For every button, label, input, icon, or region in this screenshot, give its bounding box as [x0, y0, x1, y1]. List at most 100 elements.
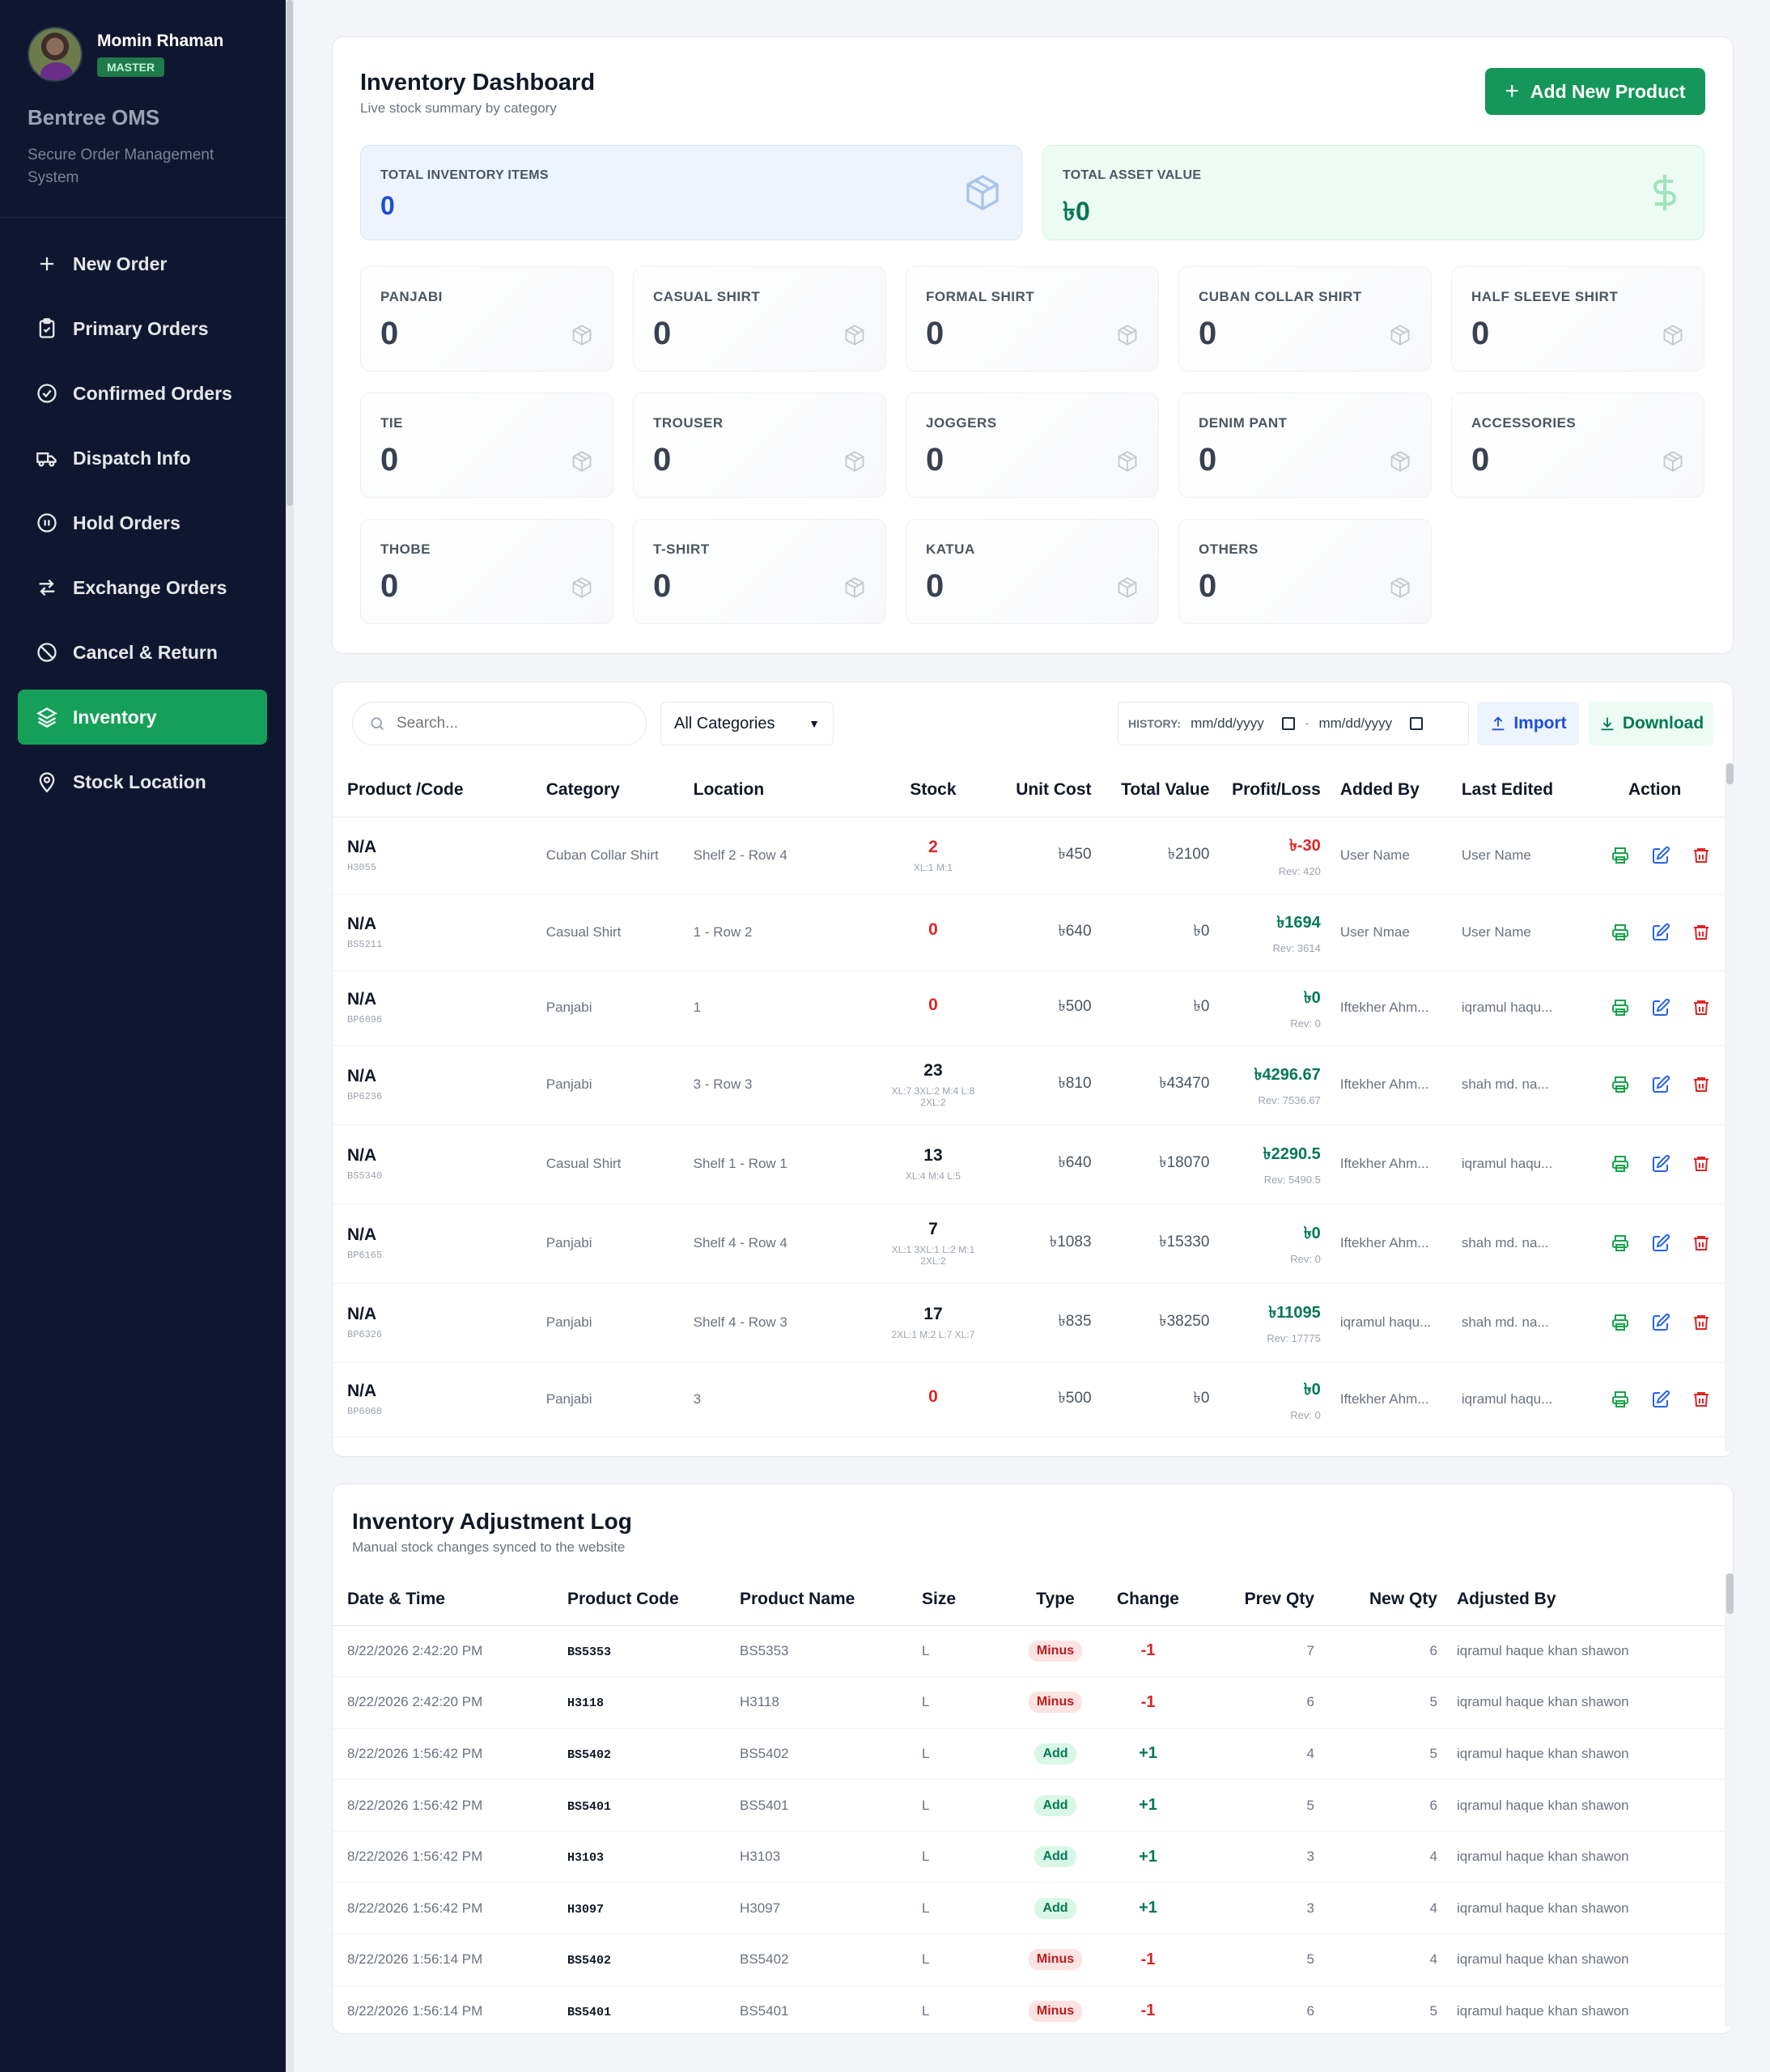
sidebar-item-inventory[interactable]: Inventory — [18, 690, 267, 745]
table-scrollbar-track[interactable] — [1725, 763, 1734, 1451]
category-card-katua[interactable]: KATUA 0 — [906, 519, 1159, 624]
printer-icon[interactable] — [1611, 1390, 1630, 1409]
column-header[interactable]: Type — [1013, 1573, 1097, 1626]
edit-icon[interactable] — [1651, 1390, 1670, 1409]
date-from-input[interactable]: mm/dd/yyyy — [1191, 715, 1295, 732]
edit-icon[interactable] — [1651, 1075, 1670, 1094]
column-header[interactable]: Unit Cost — [991, 763, 1101, 817]
table-row[interactable]: N/A BP6326 Panjabi Shelf 4 - Row 3 17 2XL:1 M… — [333, 1283, 1725, 1363]
table-row[interactable]: 8/22/2026 1:56:42 PM BS5401 BS5401 L Add +1 5 6… — [333, 1779, 1725, 1832]
printer-icon[interactable] — [1611, 846, 1630, 865]
printer-icon[interactable] — [1611, 923, 1630, 942]
search-box[interactable] — [352, 702, 647, 745]
category-card-thobe[interactable]: THOBE 0 — [360, 519, 613, 624]
column-header[interactable]: Product Code — [558, 1573, 730, 1626]
sidebar-item-confirmed-orders[interactable]: Confirmed Orders — [18, 366, 267, 421]
category-card-panjabi[interactable]: PANJABI 0 — [360, 266, 613, 372]
category-card-half-sleeve-shirt[interactable]: HALF SLEEVE SHIRT 0 — [1451, 266, 1704, 372]
printer-icon[interactable] — [1611, 1075, 1630, 1094]
table-row[interactable]: N/A H3055 Cuban Collar Shirt Shelf 2 - Row … — [333, 817, 1725, 895]
category-card-joggers[interactable]: JOGGERS 0 — [906, 393, 1159, 498]
edit-icon[interactable] — [1651, 1233, 1670, 1253]
user-profile[interactable]: Momin Rhaman MASTER — [28, 27, 223, 82]
trash-icon[interactable] — [1691, 1233, 1711, 1253]
table-row[interactable]: N/A BP6096 Panjabi 1 0 ৳500 ৳0 ৳0 Rev: 0 Iftekher… — [333, 970, 1725, 1046]
log-scrollbar-thumb[interactable] — [1726, 1573, 1734, 1614]
column-header[interactable]: Change — [1097, 1573, 1199, 1626]
column-header[interactable]: Stock — [875, 763, 991, 817]
add-new-product-button[interactable]: + Add New Product — [1485, 68, 1705, 115]
type-badge: Add — [1034, 1846, 1076, 1868]
trash-icon[interactable] — [1691, 1154, 1711, 1174]
table-row[interactable]: N/A BP6165 Panjabi Shelf 4 - Row 4 7 XL:1 3XL… — [333, 1204, 1725, 1284]
trash-icon[interactable] — [1691, 1075, 1711, 1094]
category-card-t-shirt[interactable]: T-SHIRT 0 — [633, 519, 886, 624]
sidebar-item-primary-orders[interactable]: Primary Orders — [18, 301, 267, 356]
trash-icon[interactable] — [1691, 1390, 1711, 1409]
edit-icon[interactable] — [1651, 846, 1670, 865]
sidebar-item-hold-orders[interactable]: Hold Orders — [18, 495, 267, 550]
category-card-formal-shirt[interactable]: FORMAL SHIRT 0 — [906, 266, 1159, 372]
edit-icon[interactable] — [1651, 998, 1670, 1017]
category-select[interactable]: All Categories ▼ — [660, 702, 834, 745]
sidebar-scrollbar-thumb[interactable] — [287, 0, 293, 506]
table-row[interactable]: 8/22/2026 1:56:42 PM H3097 H3097 L Add +1 3 4 iq… — [333, 1882, 1725, 1935]
column-header[interactable]: Category — [536, 763, 684, 817]
column-header[interactable]: Product Name — [730, 1573, 912, 1626]
printer-icon[interactable] — [1611, 1233, 1630, 1253]
import-button[interactable]: Import — [1477, 702, 1579, 745]
printer-icon[interactable] — [1611, 1154, 1630, 1174]
edit-icon[interactable] — [1651, 923, 1670, 942]
column-header[interactable]: Last Edited — [1451, 763, 1585, 817]
column-header[interactable]: Profit/Loss — [1219, 763, 1331, 817]
edit-icon[interactable] — [1651, 1313, 1670, 1332]
column-header[interactable]: Added By — [1330, 763, 1452, 817]
column-header[interactable]: Total Value — [1101, 763, 1220, 817]
sidebar-item-stock-location[interactable]: Stock Location — [18, 754, 267, 809]
download-button[interactable]: Download — [1589, 702, 1713, 745]
table-row[interactable]: 8/22/2026 1:56:14 PM BS5402 BS5402 L Minus -1… — [333, 1934, 1725, 1986]
sidebar-item-dispatch-info[interactable]: Dispatch Info — [18, 431, 267, 486]
calendar-icon[interactable] — [1281, 717, 1295, 730]
table-row[interactable]: 8/22/2026 1:56:42 PM H3103 H3103 L Add +1 3 4 iq… — [333, 1831, 1725, 1883]
printer-icon[interactable] — [1611, 998, 1630, 1017]
table-row[interactable]: 8/22/2026 2:42:20 PM BS5353 BS5353 L Minus -1… — [333, 1625, 1725, 1678]
column-header[interactable]: Size — [912, 1573, 1013, 1626]
table-row[interactable]: N/A BP6236 Panjabi 3 - Row 3 23 XL:7 3XL:2 M:… — [333, 1045, 1725, 1125]
category-card-others[interactable]: OTHERS 0 — [1178, 519, 1432, 624]
category-card-casual-shirt[interactable]: CASUAL SHIRT 0 — [633, 266, 886, 372]
table-row[interactable]: 8/22/2026 2:42:20 PM H3118 H3118 L Minus -1 6 5… — [333, 1676, 1725, 1729]
calendar-icon[interactable] — [1410, 717, 1424, 730]
trash-icon[interactable] — [1691, 1313, 1711, 1332]
table-row[interactable]: N/A BS5340 Casual Shirt Shelf 1 - Row 1 13 XL… — [333, 1124, 1725, 1204]
sidebar-item-new-order[interactable]: New Order — [18, 236, 267, 291]
log-scrollbar-track[interactable] — [1725, 1573, 1734, 2027]
category-card-trouser[interactable]: TROUSER 0 — [633, 393, 886, 498]
column-header[interactable]: Date & Time — [333, 1573, 558, 1626]
printer-icon[interactable] — [1611, 1313, 1630, 1332]
column-header[interactable]: Product /Code — [333, 763, 537, 817]
category-card-accessories[interactable]: ACCESSORIES 0 — [1451, 393, 1704, 498]
table-scrollbar-thumb[interactable] — [1726, 763, 1734, 784]
search-input[interactable] — [397, 715, 623, 732]
stock-count: 2 — [928, 838, 938, 856]
table-row[interactable]: N/A BS5211 Casual Shirt 1 - Row 2 0 ৳640 ৳0 ৳16… — [333, 894, 1725, 971]
column-header[interactable]: Location — [683, 763, 876, 817]
sidebar-item-exchange-orders[interactable]: Exchange Orders — [18, 560, 267, 615]
trash-icon[interactable] — [1691, 998, 1711, 1017]
column-header[interactable]: Action — [1585, 763, 1725, 817]
trash-icon[interactable] — [1691, 923, 1711, 942]
column-header[interactable]: Adjusted By — [1447, 1573, 1725, 1626]
category-card-tie[interactable]: TIE 0 — [360, 393, 613, 498]
trash-icon[interactable] — [1691, 846, 1711, 865]
sidebar-item-cancel-return[interactable]: Cancel & Return — [18, 625, 267, 680]
table-row[interactable]: N/A BP6068 Panjabi 3 0 ৳500 ৳0 ৳0 Rev: 0 Iftekher… — [333, 1362, 1725, 1437]
date-to-input[interactable]: mm/dd/yyyy — [1318, 715, 1424, 732]
edit-icon[interactable] — [1651, 1154, 1670, 1174]
column-header[interactable]: Prev Qty — [1199, 1573, 1324, 1626]
category-card-denim-pant[interactable]: DENIM PANT 0 — [1178, 393, 1432, 498]
table-row[interactable]: 8/22/2026 1:56:14 PM BS5401 BS5401 L Minus -1… — [333, 1985, 1725, 2038]
category-card-cuban-collar-shirt[interactable]: CUBAN COLLAR SHIRT 0 — [1178, 266, 1432, 372]
column-header[interactable]: New Qty — [1324, 1573, 1447, 1626]
table-row[interactable]: 8/22/2026 1:56:42 PM BS5402 BS5402 L Add +1 4 5… — [333, 1728, 1725, 1781]
